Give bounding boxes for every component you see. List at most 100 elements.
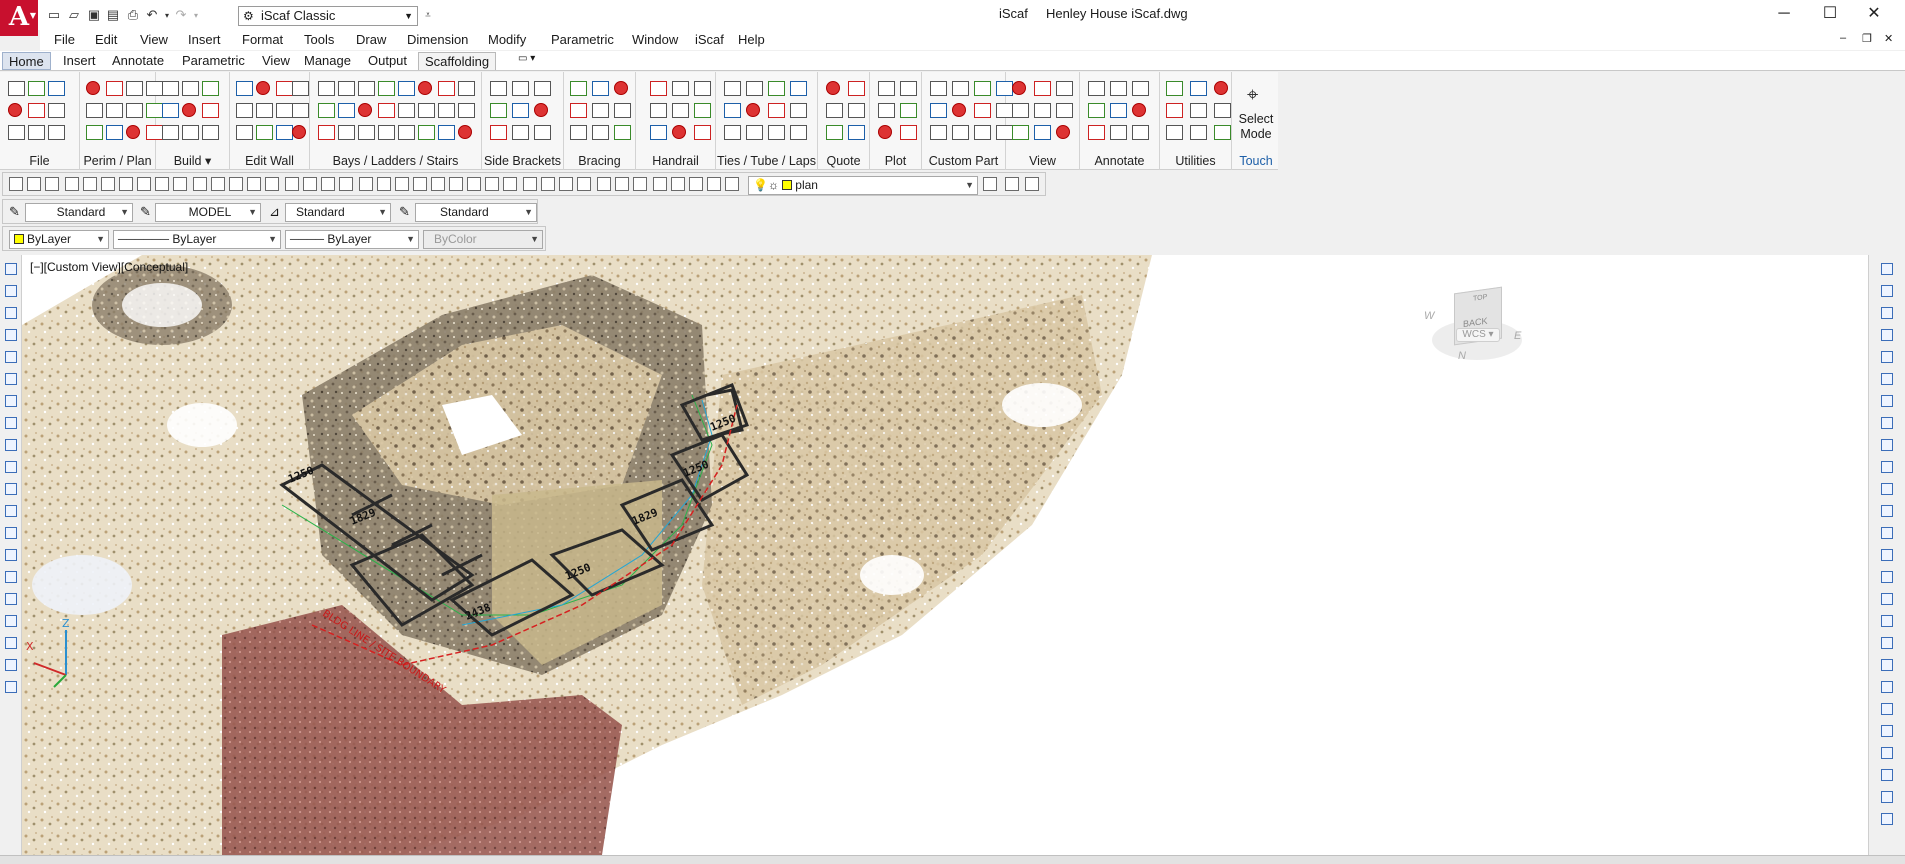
ribbon-tool-icon[interactable] [878, 125, 892, 139]
ribbon-tool-icon[interactable] [592, 125, 609, 140]
toolbar-tool-icon[interactable] [155, 177, 169, 191]
ribbon-tool-icon[interactable] [930, 103, 947, 118]
toolbar-tool-icon[interactable] [247, 177, 261, 191]
ribbon-tool-icon[interactable] [724, 125, 741, 140]
draw-tool-icon[interactable] [5, 659, 17, 671]
modify-tool-icon[interactable] [1881, 791, 1893, 803]
toolbar-tool-icon[interactable] [503, 177, 517, 191]
workspace-switcher[interactable]: ⚙ iScaf Classic ▼ [238, 6, 418, 26]
ribbon-tool-icon[interactable] [418, 81, 432, 95]
ribbon-tool-icon[interactable] [1166, 103, 1183, 118]
menu-draw[interactable]: Draw [356, 32, 386, 47]
ribbon-tool-icon[interactable] [848, 125, 865, 140]
ribbon-tool-icon[interactable] [724, 81, 741, 96]
linetype-combo[interactable]: ────── ByLayer ▼ [113, 230, 281, 249]
ribbon-tool-icon[interactable] [1132, 125, 1149, 140]
menu-tools[interactable]: Tools [304, 32, 334, 47]
toolbar-tool-icon[interactable] [285, 177, 299, 191]
doc-close-button[interactable]: ✕ [1884, 32, 1893, 45]
select-mode-button[interactable]: ⌖ Select Mode Touch [1234, 72, 1278, 170]
ribbon-tool-icon[interactable] [534, 81, 551, 96]
ribbon-tool-icon[interactable] [746, 103, 760, 117]
ribbon-tool-icon[interactable] [672, 103, 689, 118]
ribbon-tool-icon[interactable] [236, 125, 253, 140]
ribbon-tool-icon[interactable] [438, 81, 455, 96]
doc-restore-button[interactable]: ❐ [1862, 32, 1872, 45]
ribbon-tool-icon[interactable] [1110, 125, 1127, 140]
viewport-controls[interactable]: [−][Custom View][Conceptual] [30, 260, 188, 274]
draw-tool-icon[interactable] [5, 615, 17, 627]
ribbon-tool-icon[interactable] [996, 103, 1013, 118]
ribbon-minimize-toggle[interactable]: ▭ ▾ [512, 52, 541, 70]
modify-tool-icon[interactable] [1881, 681, 1893, 693]
ribbon-tool-icon[interactable] [1088, 125, 1105, 140]
draw-tool-icon[interactable] [5, 395, 17, 407]
toolbar-tool-icon[interactable] [339, 177, 353, 191]
ribbon-tool-icon[interactable] [790, 125, 807, 140]
maximize-button[interactable]: ☐ [1808, 0, 1852, 28]
toolbar-tool-icon[interactable] [413, 177, 427, 191]
ribbon-tool-icon[interactable] [1132, 81, 1149, 96]
ribbon-tool-icon[interactable] [338, 103, 355, 118]
ribbon-tool-icon[interactable] [1214, 125, 1231, 140]
draw-tool-icon[interactable] [5, 505, 17, 517]
ribbon-tool-icon[interactable] [358, 103, 372, 117]
menu-dimension[interactable]: Dimension [407, 32, 468, 47]
toolbar-tool-icon[interactable] [671, 177, 685, 191]
ribbon-tool-icon[interactable] [338, 125, 355, 140]
draw-tool-icon[interactable] [5, 329, 17, 341]
ribbon-tool-icon[interactable] [182, 81, 199, 96]
toolbar-tool-icon[interactable] [725, 177, 739, 191]
ribbon-tool-icon[interactable] [86, 81, 100, 95]
toolbar-tool-icon[interactable] [9, 177, 23, 191]
ribbon-tool-icon[interactable] [1132, 103, 1146, 117]
ribbon-tool-icon[interactable] [1088, 103, 1105, 118]
toolbar-tool-icon[interactable] [173, 177, 187, 191]
modify-tool-icon[interactable] [1881, 615, 1893, 627]
modify-tool-icon[interactable] [1881, 329, 1893, 341]
modify-tool-icon[interactable] [1881, 483, 1893, 495]
ribbon-tool-icon[interactable] [996, 81, 1013, 96]
modify-tool-icon[interactable] [1881, 813, 1893, 825]
ribbon-tool-icon[interactable] [1056, 103, 1073, 118]
toolbar-tool-icon[interactable] [523, 177, 537, 191]
ribbon-tool-icon[interactable] [694, 81, 711, 96]
toolbar-tool-icon[interactable] [431, 177, 445, 191]
tab-parametric[interactable]: Parametric [176, 52, 251, 70]
modify-tool-icon[interactable] [1881, 351, 1893, 363]
ribbon-tool-icon[interactable] [126, 125, 140, 139]
layer-tool-icon[interactable] [1025, 177, 1039, 191]
ribbon-tool-icon[interactable] [236, 103, 253, 118]
print-icon[interactable]: ⎙ [124, 6, 142, 24]
toolbar-tool-icon[interactable] [707, 177, 721, 191]
ribbon-tool-icon[interactable] [236, 81, 253, 96]
ribbon-tool-icon[interactable] [930, 125, 947, 140]
modify-tool-icon[interactable] [1881, 439, 1893, 451]
ribbon-tool-icon[interactable] [182, 103, 196, 117]
ribbon-tool-icon[interactable] [292, 125, 306, 139]
ribbon-tool-icon[interactable] [1012, 125, 1029, 140]
ribbon-tool-icon[interactable] [900, 125, 917, 140]
ribbon-tool-icon[interactable] [338, 81, 355, 96]
compass-east[interactable]: E [1514, 330, 1521, 342]
ribbon-tool-icon[interactable] [1034, 81, 1051, 96]
ribbon-tool-icon[interactable] [1190, 103, 1207, 118]
toolbar-tool-icon[interactable] [359, 177, 373, 191]
draw-tool-icon[interactable] [5, 285, 17, 297]
modify-tool-icon[interactable] [1881, 637, 1893, 649]
text-style-combo[interactable]: Standard ▼ [25, 203, 133, 222]
ribbon-tool-icon[interactable] [202, 103, 219, 118]
ribbon-tool-icon[interactable] [724, 103, 741, 118]
toolbar-tool-icon[interactable] [485, 177, 499, 191]
ribbon-tool-icon[interactable] [1166, 81, 1183, 96]
ribbon-tool-icon[interactable] [768, 81, 785, 96]
draw-tool-icon[interactable] [5, 351, 17, 363]
modify-tool-icon[interactable] [1881, 769, 1893, 781]
ribbon-tool-icon[interactable] [952, 103, 966, 117]
ribbon-tool-icon[interactable] [848, 81, 865, 96]
tab-scaffolding[interactable]: Scaffolding [418, 52, 497, 70]
ribbon-tool-icon[interactable] [438, 125, 455, 140]
ribbon-tool-icon[interactable] [1088, 81, 1105, 96]
modify-tool-icon[interactable] [1881, 285, 1893, 297]
ribbon-tool-icon[interactable] [570, 103, 587, 118]
